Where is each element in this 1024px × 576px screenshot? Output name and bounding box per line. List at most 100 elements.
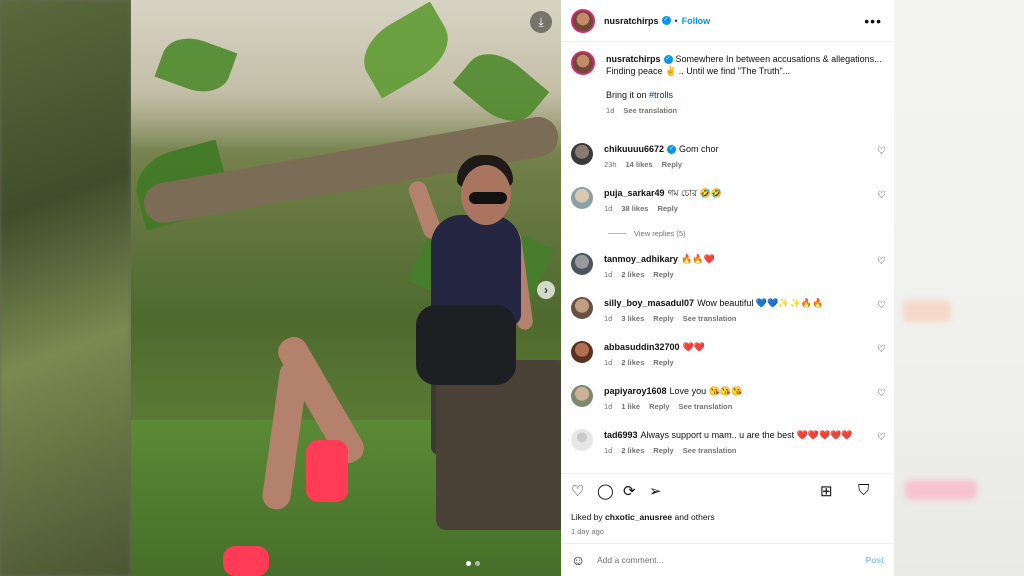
commenter-avatar[interactable] bbox=[571, 297, 593, 319]
commenter-avatar[interactable] bbox=[571, 341, 593, 363]
comment-likes[interactable]: 2 likes bbox=[621, 269, 644, 281]
reply-button[interactable]: Reply bbox=[649, 401, 669, 413]
comment-likes[interactable]: 3 likes bbox=[621, 313, 644, 325]
post-actions: ♡ ◯ ⟳ ➢ ⊞ ⛉ Liked by chxotic_anusree and… bbox=[561, 473, 894, 536]
liked-by-others-link[interactable]: and others bbox=[672, 512, 714, 522]
next-slide-chevron-icon[interactable]: › bbox=[537, 281, 555, 299]
post-detail-panel: nusratchirps ✓ • Follow ••• nusratchirps… bbox=[561, 0, 894, 576]
comment-username[interactable]: papiyaroy1608 bbox=[604, 386, 667, 396]
heart-icon[interactable]: ♡ bbox=[571, 482, 597, 500]
comment-username[interactable]: puja_sarkar49 bbox=[604, 188, 665, 198]
hashtag-link[interactable]: #trolls bbox=[649, 90, 673, 100]
like-comment-heart-icon[interactable]: ♡ bbox=[877, 190, 886, 201]
comment-username[interactable]: silly_boy_masadul07 bbox=[604, 298, 694, 308]
photo-shoe bbox=[223, 546, 269, 576]
commenter-avatar[interactable] bbox=[571, 187, 593, 209]
like-comment-heart-icon[interactable]: ♡ bbox=[877, 432, 886, 443]
comment-age: 1d bbox=[604, 270, 613, 279]
comment-item: tad6993 Always support u mam.. u are the … bbox=[561, 429, 894, 457]
view-replies-button[interactable]: View replies (5) bbox=[608, 229, 686, 238]
caption-age: 1d bbox=[606, 106, 615, 115]
more-options-icon[interactable]: ••• bbox=[864, 13, 882, 29]
caption: nusratchirps ✓ Somewhere In between accusa… bbox=[561, 51, 894, 117]
comments-list[interactable]: nusratchirps ✓ Somewhere In between accusa… bbox=[561, 42, 894, 472]
post-header: nusratchirps ✓ • Follow ••• bbox=[561, 0, 894, 42]
comment-text: গম চোর 🤣🤣 bbox=[667, 188, 722, 198]
reply-button[interactable]: Reply bbox=[653, 269, 673, 281]
reply-button[interactable]: Reply bbox=[653, 445, 673, 457]
commenter-avatar[interactable] bbox=[571, 385, 593, 407]
caption-text-line2: Finding peace ✌️ .. Until we find "The T… bbox=[606, 66, 791, 76]
reply-button[interactable]: Reply bbox=[657, 203, 677, 215]
reply-button[interactable]: Reply bbox=[653, 357, 673, 369]
see-translation-link[interactable]: See translation bbox=[683, 445, 737, 457]
like-comment-heart-icon[interactable]: ♡ bbox=[877, 300, 886, 311]
comment-username[interactable]: tad6993 bbox=[604, 430, 638, 440]
verified-badge-icon: ✓ bbox=[663, 55, 673, 65]
photo-sunglasses bbox=[469, 192, 507, 204]
like-comment-heart-icon[interactable]: ♡ bbox=[877, 256, 886, 267]
liked-by: Liked by chxotic_anusree and others bbox=[571, 512, 884, 522]
author-avatar[interactable] bbox=[571, 8, 595, 33]
bookmark-icon[interactable]: ⛉ bbox=[858, 482, 884, 500]
photo-shoe bbox=[306, 440, 348, 502]
comment-age: 1d bbox=[604, 314, 613, 323]
comment-text: ❤️❤️ bbox=[682, 342, 705, 352]
like-comment-heart-icon[interactable]: ♡ bbox=[877, 344, 886, 355]
comment-username[interactable]: tanmoy_adhikary bbox=[604, 254, 678, 264]
author-avatar[interactable] bbox=[571, 51, 595, 75]
comment-likes[interactable]: 14 likes bbox=[626, 159, 653, 171]
commenter-avatar[interactable] bbox=[571, 143, 593, 165]
see-translation-link[interactable]: See translation bbox=[683, 313, 737, 325]
comment-text: Love you 😘😘😘 bbox=[669, 386, 743, 396]
comment-text: Wow beautiful 💙💙✨✨🔥🔥 bbox=[697, 298, 824, 308]
comment-likes[interactable]: 2 likes bbox=[621, 445, 644, 457]
see-translation-link[interactable]: See translation bbox=[679, 401, 733, 413]
background-blur-shape bbox=[903, 300, 951, 322]
comment-icon[interactable]: ◯ bbox=[597, 482, 623, 500]
photo-shorts bbox=[416, 305, 516, 385]
emoji-picker-icon[interactable]: ☺ bbox=[571, 552, 597, 568]
liked-by-user-link[interactable]: chxotic_anusree bbox=[605, 512, 672, 522]
comment-text: Gom chor bbox=[679, 144, 719, 154]
share-icon[interactable]: ➢ bbox=[649, 482, 675, 500]
comment-text: Always support u mam.. u are the best ❤️… bbox=[640, 430, 853, 440]
carousel-dot bbox=[475, 561, 480, 566]
comment-age: 1d bbox=[604, 204, 613, 213]
comment-likes[interactable]: 2 likes bbox=[621, 357, 644, 369]
comment-item: tanmoy_adhikary 🔥🔥❤️ 1d 2 likes Reply ♡ bbox=[561, 253, 894, 281]
download-icon[interactable]: ⤓ bbox=[530, 11, 552, 33]
comment-age: 23h bbox=[604, 160, 617, 169]
commenter-avatar[interactable] bbox=[571, 429, 593, 451]
comment-likes[interactable]: 38 likes bbox=[621, 203, 648, 215]
caption-text-line1: Somewhere In between accusations & alleg… bbox=[675, 54, 882, 64]
view-replies-line bbox=[608, 233, 626, 234]
comment-age: 1d bbox=[604, 446, 613, 455]
comment-username[interactable]: abbasuddin32700 bbox=[604, 342, 680, 352]
commenter-avatar[interactable] bbox=[571, 253, 593, 275]
see-translation-link[interactable]: See translation bbox=[623, 105, 677, 117]
reply-button[interactable]: Reply bbox=[662, 159, 682, 171]
comment-item: papiyaroy1608 Love you 😘😘😘 1d 1 like Reply S… bbox=[561, 385, 894, 413]
comment-item: puja_sarkar49 গম চোর 🤣🤣 1d 38 likes Reply ♡ bbox=[561, 187, 894, 215]
comment-item: abbasuddin32700 ❤️❤️ 1d 2 likes Reply ♡ bbox=[561, 341, 894, 369]
verified-badge-icon: ✓ bbox=[661, 16, 671, 25]
comment-username[interactable]: chikuuuu6672 bbox=[604, 144, 664, 154]
post-age: 1 day ago bbox=[571, 527, 604, 536]
post-comment-button[interactable]: Post bbox=[866, 555, 884, 565]
reply-button[interactable]: Reply bbox=[653, 313, 673, 325]
like-comment-heart-icon[interactable]: ♡ bbox=[877, 146, 886, 157]
like-comment-heart-icon[interactable]: ♡ bbox=[877, 388, 886, 399]
caption-text-line3: Bring it on bbox=[606, 90, 650, 100]
author-username[interactable]: nusratchirps bbox=[604, 16, 659, 26]
repost-icon[interactable]: ⟳ bbox=[623, 482, 649, 500]
follow-button[interactable]: Follow bbox=[682, 16, 711, 26]
comment-input[interactable] bbox=[597, 555, 866, 565]
post-photo[interactable] bbox=[131, 0, 561, 576]
comment-likes[interactable]: 1 like bbox=[621, 401, 640, 413]
carousel-dots bbox=[466, 561, 480, 566]
background-photo-blur bbox=[0, 0, 131, 576]
caption-username[interactable]: nusratchirps bbox=[606, 54, 661, 64]
view-replies-label: View replies (5) bbox=[634, 229, 686, 238]
save-to-collection-icon[interactable]: ⊞ bbox=[820, 482, 846, 500]
